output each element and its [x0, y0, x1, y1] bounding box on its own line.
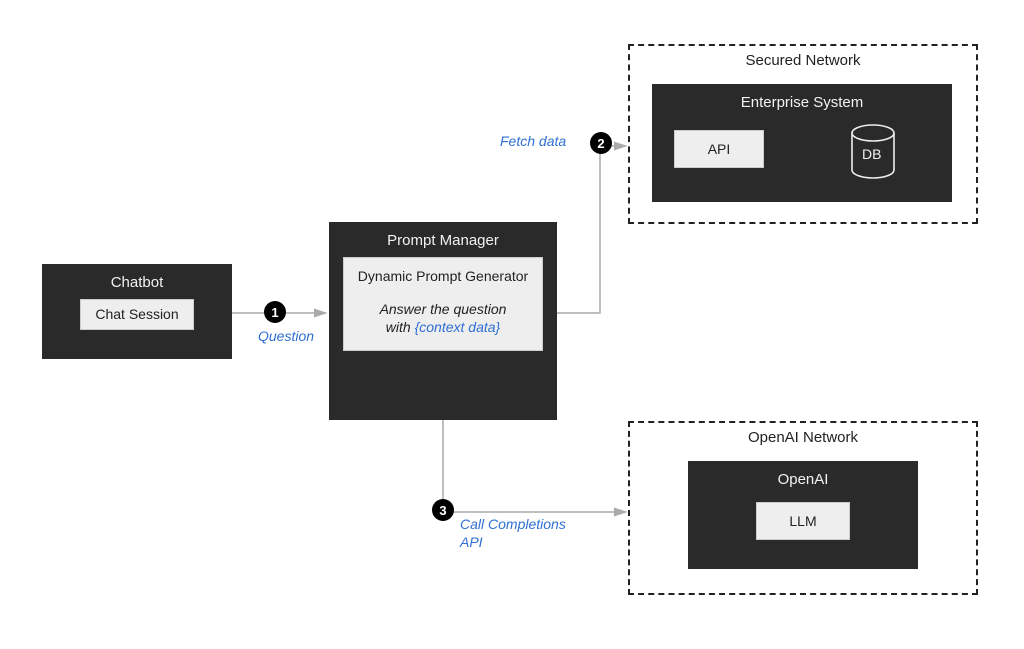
openai-network-zone: OpenAI Network OpenAI LLM — [628, 421, 978, 595]
llm-box: LLM — [756, 502, 850, 540]
label-call-completions-l1: Call Completions — [460, 516, 566, 534]
dpg-line2-prefix: with — [386, 319, 415, 335]
llm-label: LLM — [789, 513, 816, 529]
dpg-line2: with {context data} — [354, 318, 532, 336]
prompt-manager-title: Prompt Manager — [343, 226, 543, 257]
badge-2-text: 2 — [597, 136, 604, 151]
api-box: API — [674, 130, 764, 168]
api-label: API — [708, 141, 731, 157]
label-fetch-data: Fetch data — [500, 133, 566, 149]
openai-box: OpenAI LLM — [688, 461, 918, 569]
label-call-completions: Call Completions API — [460, 516, 566, 551]
enterprise-system-title: Enterprise System — [664, 88, 940, 119]
db-label: DB — [862, 146, 881, 162]
badge-3: 3 — [432, 499, 454, 521]
enterprise-system-box: Enterprise System API DB — [652, 84, 952, 202]
chatbot-title: Chatbot — [52, 268, 222, 299]
label-question: Question — [258, 328, 314, 344]
openai-title: OpenAI — [700, 465, 906, 496]
badge-3-text: 3 — [439, 503, 446, 518]
prompt-manager-box: Prompt Manager Dynamic Prompt Generator … — [329, 222, 557, 420]
badge-2: 2 — [590, 132, 612, 154]
badge-1: 1 — [264, 301, 286, 323]
chat-session-box: Chat Session — [80, 299, 194, 330]
dpg-line2-var: {context data} — [415, 319, 501, 335]
openai-network-title: OpenAI Network — [630, 423, 976, 446]
secured-network-title: Secured Network — [630, 46, 976, 69]
dpg-line1: Answer the question — [354, 300, 532, 318]
secured-network-zone: Secured Network Enterprise System API DB — [628, 44, 978, 224]
chat-session-label: Chat Session — [95, 306, 178, 322]
label-call-completions-l2: API — [460, 534, 566, 552]
dpg-title: Dynamic Prompt Generator — [354, 268, 532, 286]
badge-1-text: 1 — [271, 305, 278, 320]
chatbot-box: Chatbot Chat Session — [42, 264, 232, 359]
dynamic-prompt-generator-box: Dynamic Prompt Generator Answer the ques… — [343, 257, 543, 351]
diagram-stage: Chatbot Chat Session Prompt Manager Dyna… — [0, 0, 1024, 649]
